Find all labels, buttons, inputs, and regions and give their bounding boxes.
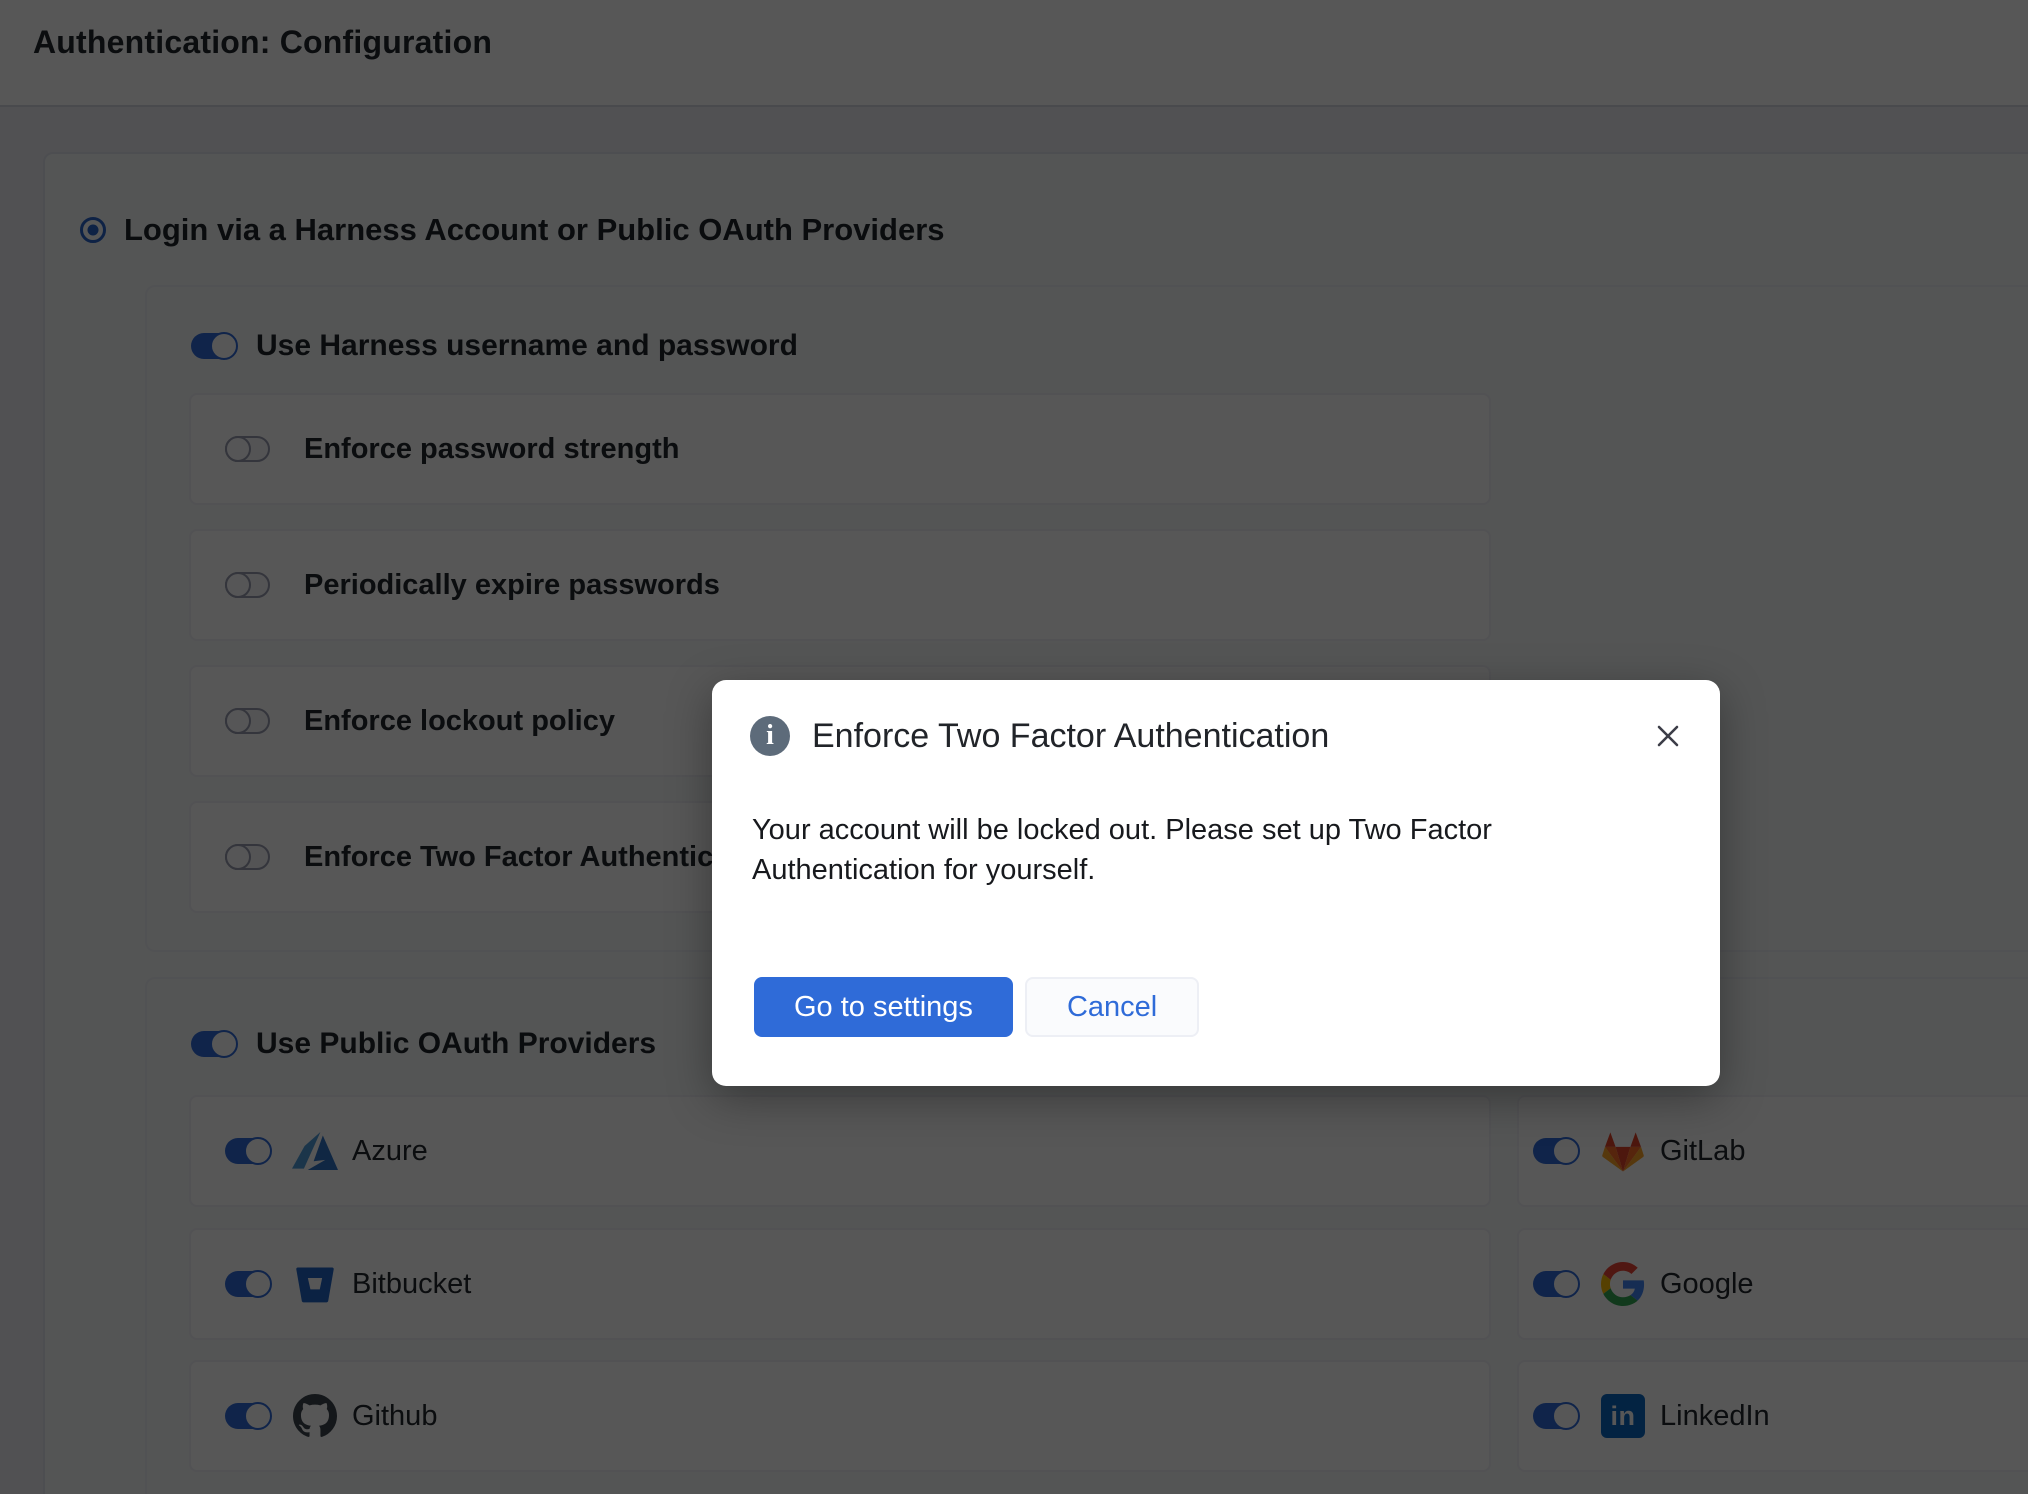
cancel-button[interactable]: Cancel	[1025, 977, 1199, 1037]
close-button[interactable]	[1650, 718, 1686, 754]
modal-actions: Go to settings Cancel	[754, 977, 1199, 1037]
close-icon	[1653, 721, 1683, 751]
go-to-settings-button[interactable]: Go to settings	[754, 977, 1013, 1037]
two-factor-modal: Enforce Two Factor Authentication Your a…	[712, 680, 1720, 1086]
authentication-configuration-page: Authentication: Configuration Login via …	[0, 0, 2028, 1494]
info-icon	[750, 716, 790, 756]
modal-message: Your account will be locked out. Please …	[752, 810, 1582, 890]
modal-header: Enforce Two Factor Authentication	[750, 714, 1686, 758]
modal-title: Enforce Two Factor Authentication	[812, 717, 1329, 756]
